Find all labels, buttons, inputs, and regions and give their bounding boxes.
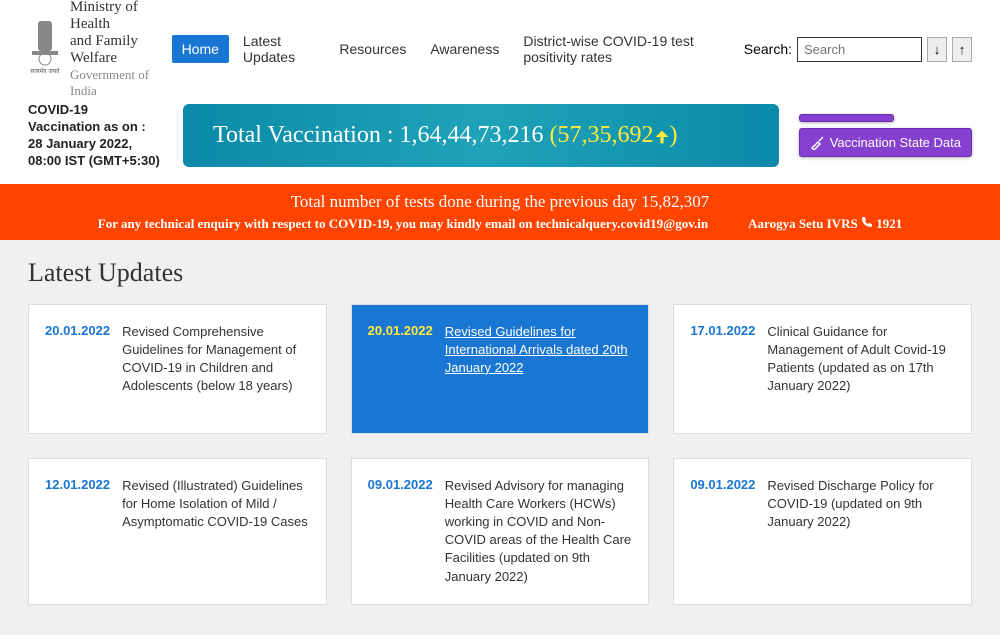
tests-count: Total number of tests done during the pr… <box>20 192 980 212</box>
ministry-line1: Ministry of Health <box>70 0 172 33</box>
card-date: 12.01.2022 <box>45 477 110 586</box>
vaccination-total: Total Vaccination : 1,64,44,73,216 (57,3… <box>183 104 779 167</box>
nav-item-awareness[interactable]: Awareness <box>420 35 509 63</box>
search-input[interactable] <box>797 37 922 62</box>
ministry-title: Ministry of Health and Family Welfare Go… <box>70 0 172 99</box>
card-date: 20.01.2022 <box>368 323 433 415</box>
state-button-partial[interactable] <box>799 114 894 122</box>
nav: HomeLatest UpdatesResourcesAwarenessDist… <box>172 27 736 71</box>
ministry-line2: and Family Welfare <box>70 33 172 67</box>
arrow-up-icon <box>654 129 670 145</box>
scroll-down-button[interactable]: ↓ <box>927 37 947 62</box>
nav-item-home[interactable]: Home <box>172 35 229 63</box>
section-title: Latest Updates <box>28 258 972 288</box>
tests-banner: Total number of tests done during the pr… <box>0 184 1000 240</box>
nav-item-district-wise-covid-19-test-positivity-rates[interactable]: District-wise COVID-19 test positivity r… <box>513 27 735 71</box>
content: Latest Updates 20.01.2022Revised Compreh… <box>0 240 1000 635</box>
logo-area: सत्यमेव जयते Ministry of Health and Fami… <box>28 0 172 99</box>
card-text: Revised (Illustrated) Guidelines for Hom… <box>122 477 310 586</box>
card-text: Clinical Guidance for Management of Adul… <box>767 323 955 415</box>
emblem-text: सत्यमेव जयते <box>30 67 59 75</box>
card-date: 20.01.2022 <box>45 323 110 415</box>
scroll-up-button[interactable]: ↑ <box>952 37 972 62</box>
update-card[interactable]: 20.01.2022Revised Guidelines for Interna… <box>351 304 650 434</box>
header: सत्यमेव जयते Ministry of Health and Fami… <box>0 0 1000 98</box>
card-text: Revised Advisory for managing Health Car… <box>445 477 633 586</box>
search-label: Search: <box>744 41 792 57</box>
nav-item-resources[interactable]: Resources <box>329 35 416 63</box>
update-card[interactable]: 09.01.2022Revised Discharge Policy for C… <box>673 458 972 605</box>
phone-icon <box>861 216 873 228</box>
card-text: Revised Discharge Policy for COVID-19 (u… <box>767 477 955 586</box>
emblem-icon: सत्यमेव जयते <box>28 19 62 79</box>
gov-line: Government of India <box>70 67 172 99</box>
card-text: Revised Comprehensive Guidelines for Man… <box>122 323 310 415</box>
vaccination-delta: (57,35,692) <box>544 122 678 148</box>
total-label: Total Vaccination : <box>213 122 400 148</box>
total-number: 1,64,44,73,216 <box>400 122 544 148</box>
update-card[interactable]: 17.01.2022Clinical Guidance for Manageme… <box>673 304 972 434</box>
banner-line2: For any technical enquiry with respect t… <box>20 216 980 232</box>
card-date: 17.01.2022 <box>690 323 755 415</box>
vaccination-buttons: Vaccination State Data <box>799 114 972 157</box>
search-area: Search: ↓ ↑ <box>744 37 972 62</box>
card-date: 09.01.2022 <box>368 477 433 586</box>
technical-enquiry: For any technical enquiry with respect t… <box>98 216 708 232</box>
card-text: Revised Guidelines for International Arr… <box>445 323 633 415</box>
update-card[interactable]: 09.01.2022Revised Advisory for managing … <box>351 458 650 605</box>
aarogya-ivrs: Aarogya Setu IVRS 1921 <box>748 216 902 232</box>
update-card[interactable]: 20.01.2022Revised Comprehensive Guidelin… <box>28 304 327 434</box>
card-date: 09.01.2022 <box>690 477 755 586</box>
cards-grid: 20.01.2022Revised Comprehensive Guidelin… <box>28 304 972 605</box>
nav-item-latest-updates[interactable]: Latest Updates <box>233 27 325 71</box>
vaccination-date: COVID-19 Vaccination as on : 28 January … <box>28 102 163 170</box>
vaccination-banner: COVID-19 Vaccination as on : 28 January … <box>0 98 1000 174</box>
update-card[interactable]: 12.01.2022Revised (Illustrated) Guidelin… <box>28 458 327 605</box>
syringe-icon <box>810 136 824 150</box>
vaccination-state-data-button[interactable]: Vaccination State Data <box>799 128 972 157</box>
